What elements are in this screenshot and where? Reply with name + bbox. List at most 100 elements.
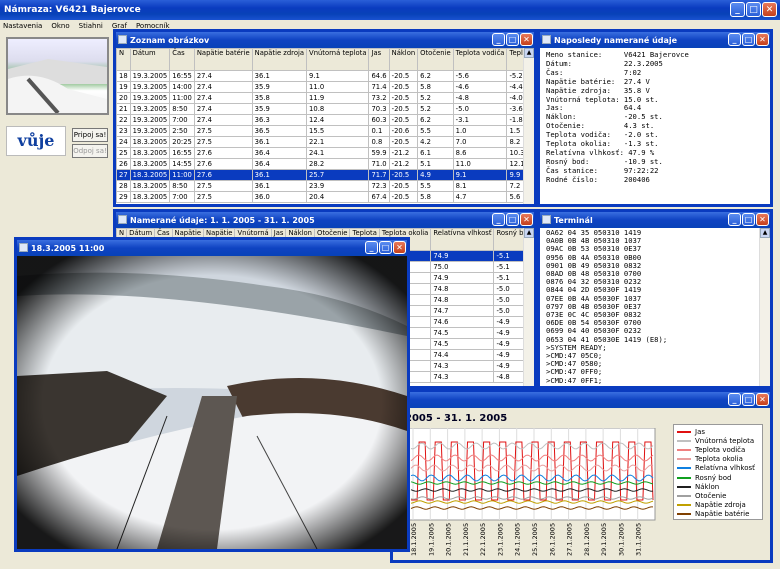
table-row[interactable]: 21 19.3.2005 8:50 27.4 35.9 10.8 70.3 -20.5 5.2-…	[116, 103, 534, 115]
column-header[interactable]: Čas	[169, 48, 195, 71]
close-button[interactable]: ✕	[756, 33, 769, 46]
minimize-button[interactable]: _	[730, 2, 745, 17]
table-cell: 8:50	[169, 180, 195, 192]
maximize-button[interactable]: □	[742, 213, 755, 226]
column-header[interactable]: Jas	[368, 48, 390, 71]
menu-stiahni[interactable]: Stiahni	[79, 22, 103, 30]
table-cell: -21.2	[388, 158, 419, 170]
terminal-title: Terminál	[554, 215, 593, 225]
column-header[interactable]: Dátum	[129, 48, 171, 71]
scroll-up-icon[interactable]: ▲	[760, 228, 770, 238]
legend-item: Jas	[677, 427, 759, 436]
table-cell: -20.5	[388, 136, 419, 148]
menu-okno[interactable]: Okno	[51, 22, 69, 30]
table-cell: -20.6	[388, 125, 419, 137]
scrollbar[interactable]: ▲	[523, 228, 534, 386]
logo: vůje	[6, 126, 66, 156]
table-row[interactable]: 26 18.3.2005 14:55 27.6 36.4 28.2 71.0 -21.2 5.1…	[116, 158, 534, 170]
table-cell: 5.2	[417, 103, 454, 115]
disconnect-button[interactable]: Odpoj sa!	[72, 144, 108, 158]
close-button[interactable]: ✕	[520, 213, 533, 226]
window-icon	[118, 35, 127, 44]
table-row[interactable]: 25 18.3.2005 16:55 27.6 36.4 24.1 59.9 -21.2 6.1…	[116, 147, 534, 159]
table-cell: 60.3	[368, 114, 390, 126]
table-cell: 73.2	[368, 92, 390, 104]
legend-swatch	[677, 476, 691, 479]
minimize-button[interactable]: _	[365, 241, 378, 254]
table-cell: 5.8	[417, 191, 454, 203]
table-cell: 27.5	[193, 136, 253, 148]
graf-window: _ □ ✕ 2005 - 31. 1. 2005 18.1.2005 19.1.200…	[390, 389, 773, 563]
scrollbar[interactable]: ▲	[759, 228, 770, 386]
table-cell: -5.0	[452, 103, 508, 115]
connect-button[interactable]: Pripoj sa!	[72, 128, 108, 142]
legend-label: Otočenie	[695, 491, 727, 500]
table-row[interactable]: 29 18.3.2005 7:00 27.5 36.0 20.4 67.4 -20.5 5.8 4…	[116, 191, 534, 203]
table-row[interactable]: 24 18.3.2005 20:25 27.5 36.1 22.1 0.8 -20.5 4.2 7…	[116, 136, 534, 148]
table-cell: 18.3.2005	[129, 191, 171, 203]
column-header[interactable]: Napätie zdroja	[251, 48, 308, 71]
column-header[interactable]: Teplota vodiča	[452, 48, 508, 71]
scroll-up-icon[interactable]: ▲	[524, 228, 534, 238]
table-cell: 7:00	[169, 191, 195, 203]
legend-swatch	[677, 448, 691, 451]
minimize-button[interactable]: _	[728, 393, 741, 406]
column-header[interactable]: Náklon	[388, 48, 419, 71]
scrollbar[interactable]: ▲	[523, 48, 534, 204]
column-header[interactable]: Napätie batérie	[193, 48, 253, 71]
close-button[interactable]: ✕	[756, 213, 769, 226]
close-button[interactable]: ✕	[762, 2, 777, 17]
minimize-button[interactable]: _	[492, 33, 505, 46]
table-cell: 11.9	[306, 92, 370, 104]
table-cell: 71.7	[368, 169, 390, 181]
maximize-button[interactable]: □	[742, 393, 755, 406]
terminal-window: Terminál _ □ ✕ 0A62 04 35 050310 1419 0A0B …	[537, 209, 773, 389]
table-cell: -20.5	[388, 81, 419, 93]
table-row[interactable]: 18 19.3.2005 16:55 27.4 36.1 9.1 64.6 -20.5 6.2-…	[116, 70, 534, 82]
menu-nastavenia[interactable]: Nastavenia	[3, 22, 42, 30]
table-cell: 27.5	[193, 191, 253, 203]
column-header[interactable]: Otočenie	[417, 48, 454, 71]
close-button[interactable]: ✕	[393, 241, 406, 254]
thumbnail[interactable]	[6, 37, 109, 115]
minimize-button[interactable]: _	[728, 213, 741, 226]
table-cell: 18	[116, 70, 131, 82]
table-row[interactable]: 28 18.3.2005 8:50 27.5 36.1 23.9 72.3 -20.5 5.5 8…	[116, 180, 534, 192]
column-header[interactable]: Relatívna vlhkosť	[430, 228, 495, 251]
camera-photo	[17, 256, 407, 549]
x-tick-label: 18.1.2005	[410, 523, 418, 556]
scroll-up-icon[interactable]: ▲	[524, 48, 534, 58]
maximize-button[interactable]: □	[379, 241, 392, 254]
maximize-button[interactable]: □	[742, 33, 755, 46]
maximize-button[interactable]: □	[506, 213, 519, 226]
maximize-button[interactable]: □	[746, 2, 761, 17]
x-tick-label: 21.1.2005	[462, 523, 470, 556]
table-cell: 70.3	[368, 103, 390, 115]
close-button[interactable]: ✕	[756, 393, 769, 406]
maximize-button[interactable]: □	[506, 33, 519, 46]
legend-swatch	[677, 467, 691, 470]
table-row[interactable]: 27 18.3.2005 11:00 27.6 36.1 25.7 71.7 -20.5 4.9…	[116, 169, 534, 181]
table-row[interactable]: 22 19.3.2005 7:00 27.4 36.3 12.4 60.3 -20.5 6.2-…	[116, 114, 534, 126]
table-cell: 35.9	[251, 81, 308, 93]
table-cell: 27.5	[193, 180, 253, 192]
table-cell: 20.4	[306, 191, 370, 203]
table-cell: -21.2	[388, 147, 419, 159]
legend-item: Teplota vodiča	[677, 445, 759, 454]
column-header[interactable]: N	[116, 48, 131, 71]
table-row[interactable]: 19 19.3.2005 14:00 27.4 35.9 11.0 71.4 -20.5 5.8…	[116, 81, 534, 93]
table-row[interactable]: 20 19.3.2005 11:00 27.4 35.8 11.9 73.2 -20.5 5.2…	[116, 92, 534, 104]
chart-legend: Jas Vnútorná teplota Teplota vodiča Teplota…	[673, 424, 763, 520]
legend-label: Teplota okolia	[695, 455, 743, 464]
table-cell: 19.3.2005	[129, 114, 171, 126]
table-cell: 27	[116, 169, 131, 181]
close-button[interactable]: ✕	[520, 33, 533, 46]
table-cell: 6.2	[417, 70, 454, 82]
table-cell: 25.7	[306, 169, 370, 181]
table-row[interactable]: 23 19.3.2005 2:50 27.5 36.5 15.5 0.1 -20.6 5.5 1.…	[116, 125, 534, 137]
minimize-button[interactable]: _	[728, 33, 741, 46]
table-cell: 36.4	[251, 147, 308, 159]
minimize-button[interactable]: _	[492, 213, 505, 226]
table-cell: 72.3	[368, 180, 390, 192]
column-header[interactable]: Vnútorná teplota	[306, 48, 370, 71]
